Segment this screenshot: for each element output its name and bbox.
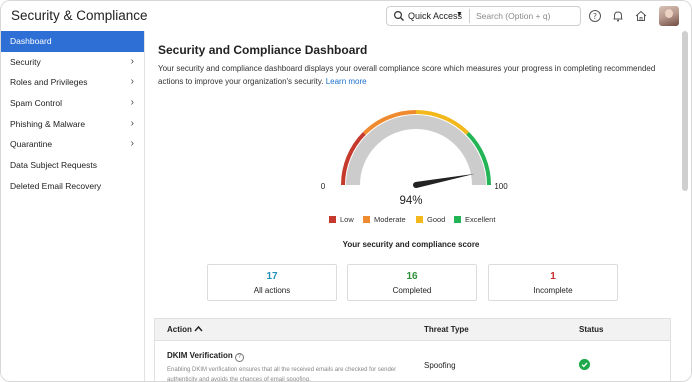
gauge-min-label: 0 <box>321 182 326 191</box>
stat-value: 16 <box>406 271 418 282</box>
home-icon[interactable] <box>634 9 648 23</box>
legend-swatch <box>416 216 423 223</box>
gauge-needle <box>415 173 475 188</box>
chevron-right-icon: › <box>130 117 134 129</box>
gauge-max-label: 100 <box>494 182 508 191</box>
table-row-title[interactable]: DKIM Verification? <box>167 351 244 362</box>
compliance-gauge: 0 100 94% <box>321 110 508 207</box>
quick-access-bar: Quick Access ▼ <box>386 6 581 26</box>
gauge-track <box>346 115 486 186</box>
divider <box>469 9 470 23</box>
sidebar-item-security[interactable]: Security › <box>1 52 144 73</box>
sidebar-item-label: Spam Control <box>10 98 62 109</box>
user-avatar[interactable] <box>659 6 679 26</box>
status-complete-icon <box>579 359 590 370</box>
app-window: Security & Compliance Quick Access ▼ ? <box>0 0 692 382</box>
page-description: Your security and compliance dashboard d… <box>158 63 673 88</box>
action-name: DKIM Verification <box>167 351 233 360</box>
legend-label: Excellent <box>465 215 496 224</box>
legend-item-moderate: Moderate <box>363 215 406 224</box>
sidebar-item-spam-control[interactable]: Spam Control › <box>1 93 144 114</box>
stat-card-completed[interactable]: 16 Completed <box>347 264 477 301</box>
sidebar-item-quarantine[interactable]: Quarantine › <box>1 134 144 155</box>
sidebar-item-data-subject-requests[interactable]: Data Subject Requests <box>1 155 144 176</box>
quick-access-dropdown[interactable]: Quick Access <box>408 11 462 21</box>
sidebar-item-label: Roles and Privileges <box>10 77 88 88</box>
stat-label: Incomplete <box>533 286 573 295</box>
main-content: Security and Compliance Dashboard Your s… <box>146 31 691 382</box>
stat-value: 17 <box>266 271 278 282</box>
table-row-threat-type: Spoofing <box>424 361 456 370</box>
sidebar: Dashboard Security › Roles and Privilege… <box>1 31 145 381</box>
legend-label: Good <box>427 215 446 224</box>
column-header-label: Action <box>167 325 192 334</box>
main-scrollbar[interactable] <box>682 31 688 191</box>
sidebar-item-label: Quarantine <box>10 139 53 150</box>
legend-swatch <box>454 216 461 223</box>
legend-swatch <box>329 216 336 223</box>
gauge-hub <box>413 182 419 188</box>
sidebar-item-label: Deleted Email Recovery <box>10 180 102 191</box>
sidebar-item-label: Dashboard <box>10 36 52 46</box>
help-icon[interactable]: ? <box>588 9 602 23</box>
stat-card-all-actions[interactable]: 17 All actions <box>207 264 337 301</box>
stat-label: Completed <box>392 286 432 295</box>
sidebar-item-roles-and-privileges[interactable]: Roles and Privileges › <box>1 72 144 93</box>
chevron-right-icon: › <box>130 76 134 88</box>
app-title: Security & Compliance <box>11 8 148 23</box>
sidebar-item-phishing-malware[interactable]: Phishing & Malware › <box>1 114 144 135</box>
stat-value: 1 <box>550 271 556 282</box>
sidebar-item-label: Data Subject Requests <box>10 160 97 171</box>
legend-label: Moderate <box>374 215 406 224</box>
sidebar-item-label: Security <box>10 56 41 67</box>
sort-up-icon[interactable] <box>194 325 203 332</box>
search-icon <box>393 10 404 21</box>
chevron-right-icon: › <box>130 55 134 67</box>
page-title: Security and Compliance Dashboard <box>158 43 368 57</box>
legend-swatch <box>363 216 370 223</box>
learn-more-link[interactable]: Learn more <box>326 77 367 86</box>
legend-item-excellent: Excellent <box>454 215 495 224</box>
stat-card-incomplete[interactable]: 1 Incomplete <box>488 264 618 301</box>
sidebar-item-deleted-email-recovery[interactable]: Deleted Email Recovery <box>1 176 144 197</box>
table-header: Action Threat Type Status <box>155 319 670 341</box>
description-text: Your security and compliance dashboard d… <box>158 64 656 86</box>
sidebar-item-label: Phishing & Malware <box>10 118 86 129</box>
legend-label: Low <box>340 215 354 224</box>
legend-item-good: Good <box>416 215 445 224</box>
column-header-status: Status <box>579 325 604 334</box>
score-title: Your security and compliance score <box>342 240 480 249</box>
help-icon[interactable]: ? <box>234 353 244 362</box>
legend-item-low: Low <box>329 215 354 224</box>
chevron-right-icon: › <box>130 97 134 109</box>
stat-label: All actions <box>253 286 291 295</box>
sidebar-item-dashboard[interactable]: Dashboard <box>1 31 144 52</box>
svg-text:?: ? <box>593 12 597 21</box>
column-header-threat-type: Threat Type <box>424 325 469 334</box>
search-input[interactable] <box>476 10 576 22</box>
gauge-value-label: 94% <box>399 195 422 207</box>
chevron-down-icon[interactable]: ▼ <box>456 11 463 18</box>
column-header-action[interactable]: Action <box>167 325 203 334</box>
chevron-right-icon: › <box>130 138 134 150</box>
bell-icon[interactable] <box>611 9 625 23</box>
top-bar: Security & Compliance Quick Access ▼ ? <box>1 1 691 31</box>
actions-table: Action Threat Type Status DKIM Verificat… <box>154 318 671 382</box>
table-row-description: Enabling DKIM verification ensures that … <box>167 367 397 382</box>
